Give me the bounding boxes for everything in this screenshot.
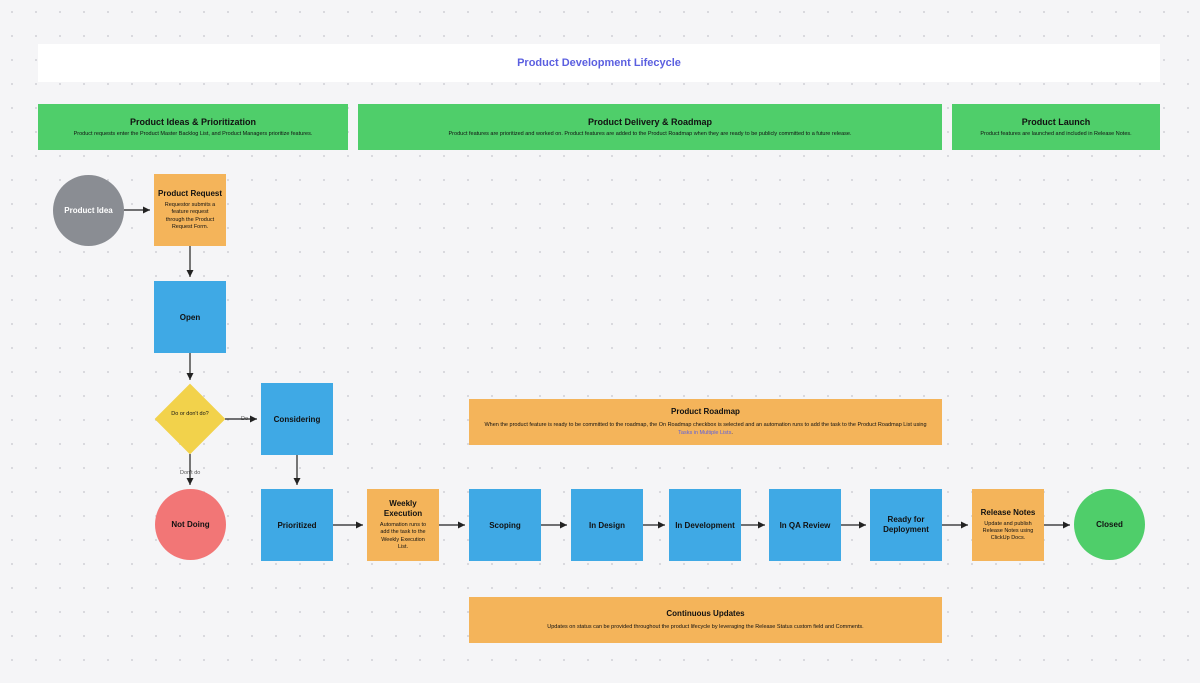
node-considering-label: Considering <box>274 415 321 424</box>
banner-roadmap-sub: When the product feature is ready to be … <box>481 422 930 437</box>
node-release-notes: Release Notes Update and publish Release… <box>972 489 1044 561</box>
banner-roadmap: Product Roadmap When the product feature… <box>469 399 942 445</box>
node-scoping-label: Scoping <box>489 521 521 530</box>
phase-ideas-title: Product Ideas & Prioritization <box>130 117 256 127</box>
node-in-design: In Design <box>571 489 643 561</box>
banner-updates: Continuous Updates Updates on status can… <box>469 597 942 643</box>
node-decision <box>155 384 226 455</box>
node-in-development: In Development <box>669 489 741 561</box>
node-open-label: Open <box>180 313 200 322</box>
phase-delivery-title: Product Delivery & Roadmap <box>588 117 712 127</box>
node-prioritized: Prioritized <box>261 489 333 561</box>
node-release-notes-title: Release Notes <box>981 508 1036 517</box>
node-product-request-title: Product Request <box>158 189 222 198</box>
node-in-development-label: In Development <box>675 521 735 530</box>
node-prioritized-label: Prioritized <box>277 521 316 530</box>
node-product-idea-label: Product Idea <box>64 206 112 215</box>
node-weekly-execution: Weekly Execution Automation runs to add … <box>367 489 439 561</box>
banner-roadmap-link: Tasks in Multiple Lists <box>678 430 731 436</box>
edge-dontdo-label: Don't do <box>178 470 202 476</box>
phase-launch-sub: Product features are launched and includ… <box>980 131 1131 137</box>
node-product-idea: Product Idea <box>53 175 124 246</box>
node-weekly-title: Weekly Execution <box>371 499 435 518</box>
node-weekly-sub: Automation runs to add the task to the W… <box>371 522 435 551</box>
node-in-qa-label: In QA Review <box>780 521 831 530</box>
node-in-qa: In QA Review <box>769 489 841 561</box>
node-release-notes-sub: Update and publish Release Notes using C… <box>976 521 1040 542</box>
phase-ideas-sub: Product requests enter the Product Maste… <box>74 131 313 137</box>
banner-roadmap-sub-text: When the product feature is ready to be … <box>484 422 926 428</box>
node-decision-label: Do or don't do? <box>155 411 225 418</box>
node-closed: Closed <box>1074 489 1145 560</box>
node-not-doing: Not Doing <box>155 489 226 560</box>
node-closed-label: Closed <box>1096 520 1123 529</box>
node-product-request-sub: Requestor submits a feature request thro… <box>158 202 222 231</box>
diagram-title: Product Development Lifecycle <box>38 44 1160 82</box>
node-ready-deploy-label: Ready for Deployment <box>874 515 938 536</box>
node-scoping: Scoping <box>469 489 541 561</box>
banner-updates-sub: Updates on status can be provided throug… <box>547 624 863 632</box>
node-product-request: Product Request Requestor submits a feat… <box>154 174 226 246</box>
node-considering: Considering <box>261 383 333 455</box>
phase-launch: Product Launch Product features are laun… <box>952 104 1160 150</box>
phase-launch-title: Product Launch <box>1022 117 1091 127</box>
phase-delivery-sub: Product features are prioritized and wor… <box>449 131 852 137</box>
edge-do-label: Do <box>239 416 250 422</box>
node-ready-deploy: Ready for Deployment <box>870 489 942 561</box>
node-open: Open <box>154 281 226 353</box>
phase-delivery: Product Delivery & Roadmap Product featu… <box>358 104 942 150</box>
banner-roadmap-title: Product Roadmap <box>671 407 740 416</box>
banner-updates-title: Continuous Updates <box>666 609 744 618</box>
node-in-design-label: In Design <box>589 521 625 530</box>
node-not-doing-label: Not Doing <box>171 520 209 529</box>
phase-ideas: Product Ideas & Prioritization Product r… <box>38 104 348 150</box>
